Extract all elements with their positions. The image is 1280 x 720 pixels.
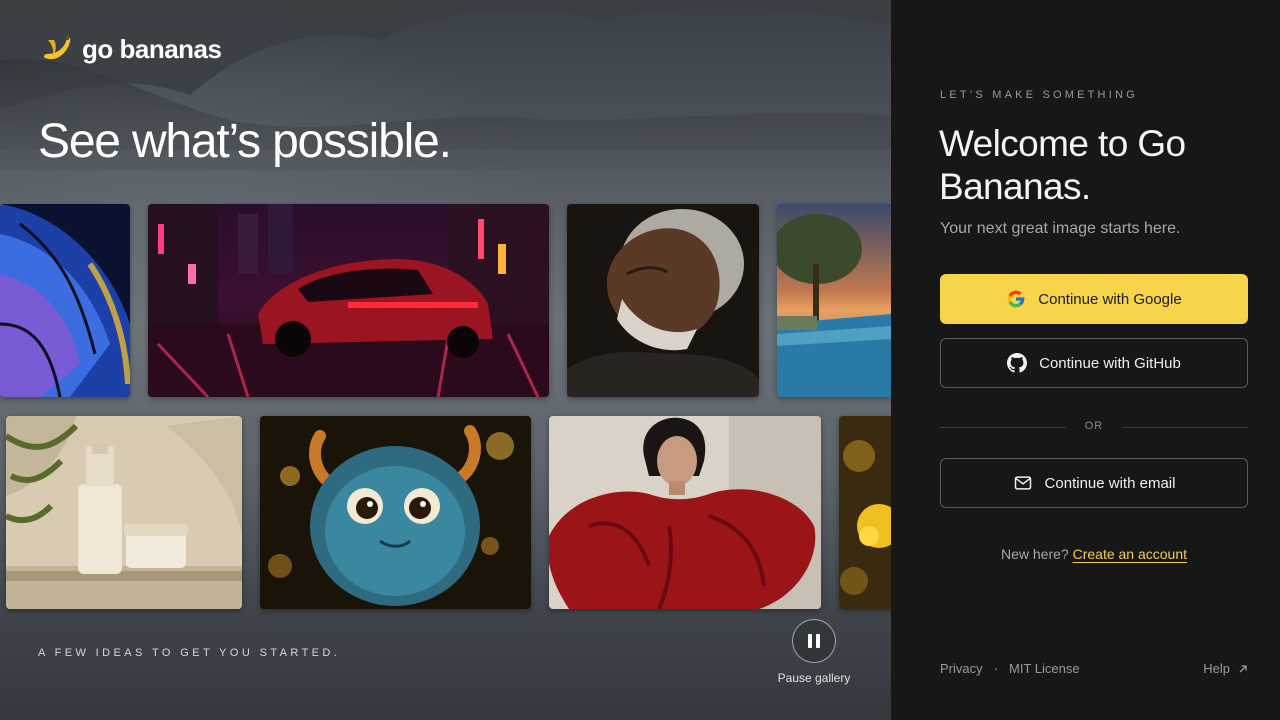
pause-gallery-label: Pause gallery xyxy=(777,671,851,685)
gallery-tile-butterfly[interactable] xyxy=(0,204,130,397)
golden-bokeh-image xyxy=(839,416,891,609)
google-icon xyxy=(1007,290,1025,308)
neon-city-car-image xyxy=(148,204,549,397)
gallery-tile-portrait[interactable] xyxy=(567,204,759,397)
create-account-link[interactable]: Create an account xyxy=(1073,546,1187,562)
pause-gallery-button[interactable] xyxy=(792,619,836,663)
footer-separator: · xyxy=(994,661,999,676)
or-divider: OR xyxy=(940,419,1248,435)
gallery-tile-neon-car[interactable] xyxy=(148,204,549,397)
continue-with-google-button[interactable]: Continue with Google xyxy=(940,274,1248,324)
hero-headline: See what’s possible. xyxy=(38,115,452,168)
help-link[interactable]: Help xyxy=(1203,661,1248,676)
gallery-tile-pool[interactable] xyxy=(777,204,891,397)
banana-icon xyxy=(43,35,71,60)
mountain-background xyxy=(0,0,891,200)
pause-icon xyxy=(808,634,812,648)
gallery-tile-fashion[interactable] xyxy=(549,416,821,609)
auth-panel: LET’S MAKE SOMETHING Welcome to Go Banan… xyxy=(891,0,1280,720)
mit-license-link[interactable]: MIT License xyxy=(1009,661,1080,676)
privacy-link[interactable]: Privacy xyxy=(940,661,983,676)
elderly-man-portrait-image xyxy=(567,204,759,397)
fluffy-monster-image xyxy=(260,416,531,609)
gallery-caption: A FEW IDEAS TO GET YOU STARTED. xyxy=(38,647,341,659)
continue-with-email-button[interactable]: Continue with email xyxy=(940,458,1248,508)
gallery-tile-monster[interactable] xyxy=(260,416,531,609)
red-dress-fashion-image xyxy=(549,416,821,609)
cosmetics-product-image xyxy=(6,416,242,609)
auth-footer: Privacy · MIT License Help xyxy=(940,661,1248,679)
help-label: Help xyxy=(1203,661,1230,676)
gallery-tile-cosmetics[interactable] xyxy=(6,416,242,609)
email-button-label: Continue with email xyxy=(1044,474,1176,492)
signup-prompt-text: New here? xyxy=(1001,546,1069,562)
brand[interactable]: go bananas xyxy=(40,32,222,66)
github-button-label: Continue with GitHub xyxy=(1039,354,1181,372)
infinity-pool-tree-image xyxy=(777,204,891,397)
auth-kicker: LET’S MAKE SOMETHING xyxy=(940,89,1138,101)
github-icon xyxy=(1007,353,1028,373)
butterfly-wing-image xyxy=(0,204,130,397)
auth-title: Welcome to Go Bananas. xyxy=(939,123,1186,207)
hero-gallery-section: go bananas See what’s possible. A FEW ID… xyxy=(0,0,891,720)
gallery-tile-bokeh[interactable] xyxy=(839,416,891,609)
auth-subtitle: Your next great image starts here. xyxy=(940,220,1181,237)
google-button-label: Continue with Google xyxy=(1038,290,1182,308)
continue-with-github-button[interactable]: Continue with GitHub xyxy=(940,338,1248,388)
brand-name: go bananas xyxy=(82,33,222,64)
external-arrow-icon xyxy=(1239,664,1247,672)
signup-prompt: New here? Create an account xyxy=(940,546,1248,562)
or-label: OR xyxy=(1084,420,1104,432)
mail-icon xyxy=(1014,476,1031,490)
